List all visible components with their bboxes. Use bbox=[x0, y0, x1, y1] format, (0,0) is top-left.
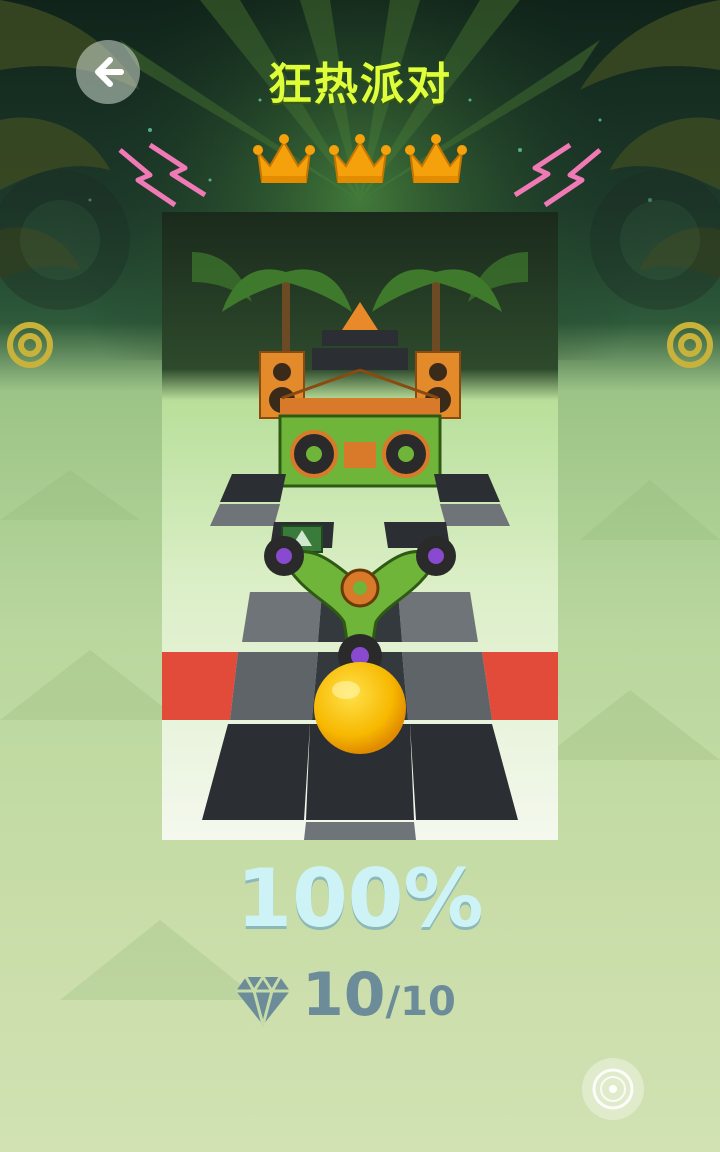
music-button[interactable] bbox=[582, 1058, 644, 1120]
crown-icon bbox=[405, 134, 467, 183]
music-disc-icon bbox=[592, 1068, 634, 1110]
diamond-icon bbox=[236, 974, 290, 1027]
completion-percentage: 100% bbox=[236, 852, 484, 945]
player-ball bbox=[314, 662, 406, 754]
track-far bbox=[312, 330, 408, 370]
gems-total: /10 bbox=[385, 979, 456, 1025]
crown-icon bbox=[253, 134, 315, 183]
level-complete-screen: 狂热派对 100% 10 /10 bbox=[0, 0, 720, 1152]
level-preview-image bbox=[162, 212, 558, 840]
gems-collected: 10 bbox=[302, 960, 386, 1030]
crown-rating bbox=[252, 128, 468, 196]
level-title: 狂热派对 bbox=[268, 59, 452, 110]
gem-counter: 10 /10 bbox=[234, 960, 456, 1040]
crown-icon bbox=[329, 134, 391, 183]
